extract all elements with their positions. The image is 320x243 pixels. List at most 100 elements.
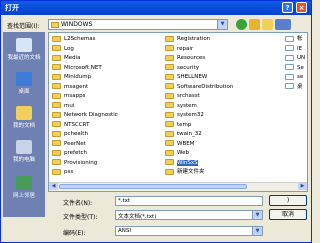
file-list-item[interactable]: system	[165, 102, 197, 110]
file-list-item[interactable]: Registration	[165, 35, 210, 43]
file-list-item[interactable]: Resources	[165, 54, 205, 62]
help-button[interactable]: ?	[282, 2, 293, 13]
file-list-item[interactable]: pchealth	[52, 130, 88, 138]
chevron-left-icon[interactable]: ◀	[49, 183, 58, 190]
file-list-item[interactable]: Provisioning	[52, 159, 97, 167]
file-list-item[interactable]: Se	[285, 64, 304, 72]
file-list-item[interactable]: prefetch	[52, 149, 87, 157]
close-button[interactable]: ×	[296, 2, 307, 13]
recent-docs-icon	[16, 38, 32, 52]
file-icon	[285, 73, 294, 80]
folder-icon	[165, 121, 174, 127]
file-list-item[interactable]: SHELLNEW	[165, 73, 207, 81]
file-list-item[interactable]: 帐	[285, 35, 303, 43]
chevron-down-icon[interactable]: ▼	[252, 227, 262, 235]
file-list-item[interactable]: 新建文件夹	[165, 168, 205, 176]
place-recent[interactable]: 我最近的文档	[3, 38, 45, 61]
folder-icon	[52, 102, 61, 108]
horizontal-scrollbar[interactable]: ◀ ▶	[49, 182, 307, 191]
file-name: se	[297, 74, 304, 80]
folder-icon	[52, 130, 61, 137]
file-name: Provisioning	[64, 159, 98, 166]
places-bar: 我最近的文档 桌面 我的文档 我的电脑 网上邻居	[3, 32, 45, 217]
folder-icon	[52, 168, 61, 175]
file-list-item[interactable]: temp	[165, 121, 191, 129]
file-list-item[interactable]: NTSCCRT	[52, 121, 89, 129]
file-list-item[interactable]: pss	[52, 168, 73, 176]
folder-icon	[52, 64, 61, 70]
file-name: 桌	[297, 83, 303, 90]
back-icon[interactable]	[236, 19, 247, 30]
file-list-item[interactable]: 桌	[285, 83, 303, 91]
scroll-thumb[interactable]	[59, 184, 247, 189]
file-list-item[interactable]: srchasst	[165, 92, 200, 100]
file-list-item[interactable]: Media	[52, 54, 81, 62]
folder-icon	[52, 140, 61, 146]
file-name: srchasst	[177, 93, 200, 99]
lookin-combo[interactable]: WINDOWS ▼	[48, 19, 228, 30]
file-list-item[interactable]: UN	[285, 54, 305, 62]
folder-icon	[52, 121, 61, 127]
place-desktop[interactable]: 桌面	[3, 72, 45, 95]
file-list[interactable]: L2Schemas Log Media Microsoft.NET Minidump ms…	[48, 32, 308, 192]
filename-input[interactable]: *.txt	[115, 196, 263, 206]
file-name: pchealth	[64, 131, 88, 137]
chevron-down-icon[interactable]: ▼	[217, 20, 227, 29]
folder-icon	[165, 111, 174, 118]
chevron-down-icon[interactable]: ▼	[252, 211, 262, 219]
file-list-item[interactable]: security	[165, 64, 199, 72]
file-name: SHELLNEW	[177, 74, 208, 80]
folder-icon	[52, 159, 61, 165]
file-list-item[interactable]: L2Schemas	[52, 35, 96, 43]
file-name: Microsoft.NET	[64, 64, 102, 71]
file-name: Se	[297, 64, 304, 71]
filetype-combo[interactable]: 文本文档(*.txt) ▼	[115, 210, 263, 220]
new-folder-icon[interactable]	[262, 19, 273, 30]
file-list-item[interactable]: repair	[165, 45, 193, 53]
place-my-computer[interactable]: 我的电脑	[3, 140, 45, 163]
file-list-item[interactable]: mui	[52, 102, 74, 110]
folder-icon	[165, 54, 174, 61]
folder-icon	[52, 45, 61, 51]
file-name: SoftwareDistribution	[177, 83, 234, 90]
file-list-item[interactable]: WBEM	[165, 140, 194, 148]
file-name: Web	[177, 150, 189, 156]
view-menu-icon[interactable]	[275, 19, 291, 30]
file-list-item[interactable]: Web	[165, 149, 189, 157]
folder-icon	[52, 111, 61, 118]
file-list-item[interactable]: Network Diagnostic	[52, 111, 118, 119]
title-bar[interactable]: 打开 ? ×	[1, 1, 311, 15]
file-icon	[285, 83, 294, 89]
open-button[interactable]: )	[269, 195, 307, 206]
file-name: system	[177, 102, 197, 109]
file-list-item[interactable]: msagent	[52, 83, 88, 91]
file-name: NTSCCRT	[64, 121, 90, 128]
file-list-item[interactable]: se	[285, 73, 303, 81]
file-name: msapps	[64, 93, 86, 99]
desktop-icon	[16, 72, 32, 86]
file-list-item[interactable]: Minidump	[52, 73, 91, 81]
file-list-item[interactable]: Log	[52, 45, 74, 53]
my-computer-icon	[16, 140, 32, 154]
cancel-button[interactable]: 取消	[269, 209, 307, 220]
folder-icon	[165, 73, 174, 80]
file-name: L2Schemas	[64, 36, 96, 42]
file-list-item[interactable]: twain_32	[165, 130, 202, 138]
file-list-item[interactable]: system32	[165, 111, 204, 119]
folder-icon	[165, 83, 174, 89]
up-folder-icon[interactable]	[249, 19, 260, 30]
file-list-item[interactable]: Microsoft.NET	[52, 64, 102, 72]
place-network[interactable]: 网上邻居	[3, 176, 45, 199]
encoding-label: 编码(E):	[63, 230, 86, 237]
place-my-documents[interactable]: 我的文档	[3, 106, 45, 129]
file-list-item[interactable]: PeerNet	[52, 140, 86, 148]
chevron-right-icon[interactable]: ▶	[298, 183, 307, 190]
filetype-label: 文件类型(T):	[63, 214, 98, 221]
file-list-item[interactable]: SoftwareDistribution	[165, 83, 233, 91]
folder-icon	[52, 149, 61, 156]
encoding-combo[interactable]: ANSI ▼	[115, 226, 263, 236]
file-list-item[interactable]: IE	[285, 45, 302, 53]
file-list-item[interactable]: msapps	[52, 92, 85, 100]
window-title: 打开	[5, 4, 19, 12]
file-list-item[interactable]: WinSxS	[165, 159, 198, 167]
